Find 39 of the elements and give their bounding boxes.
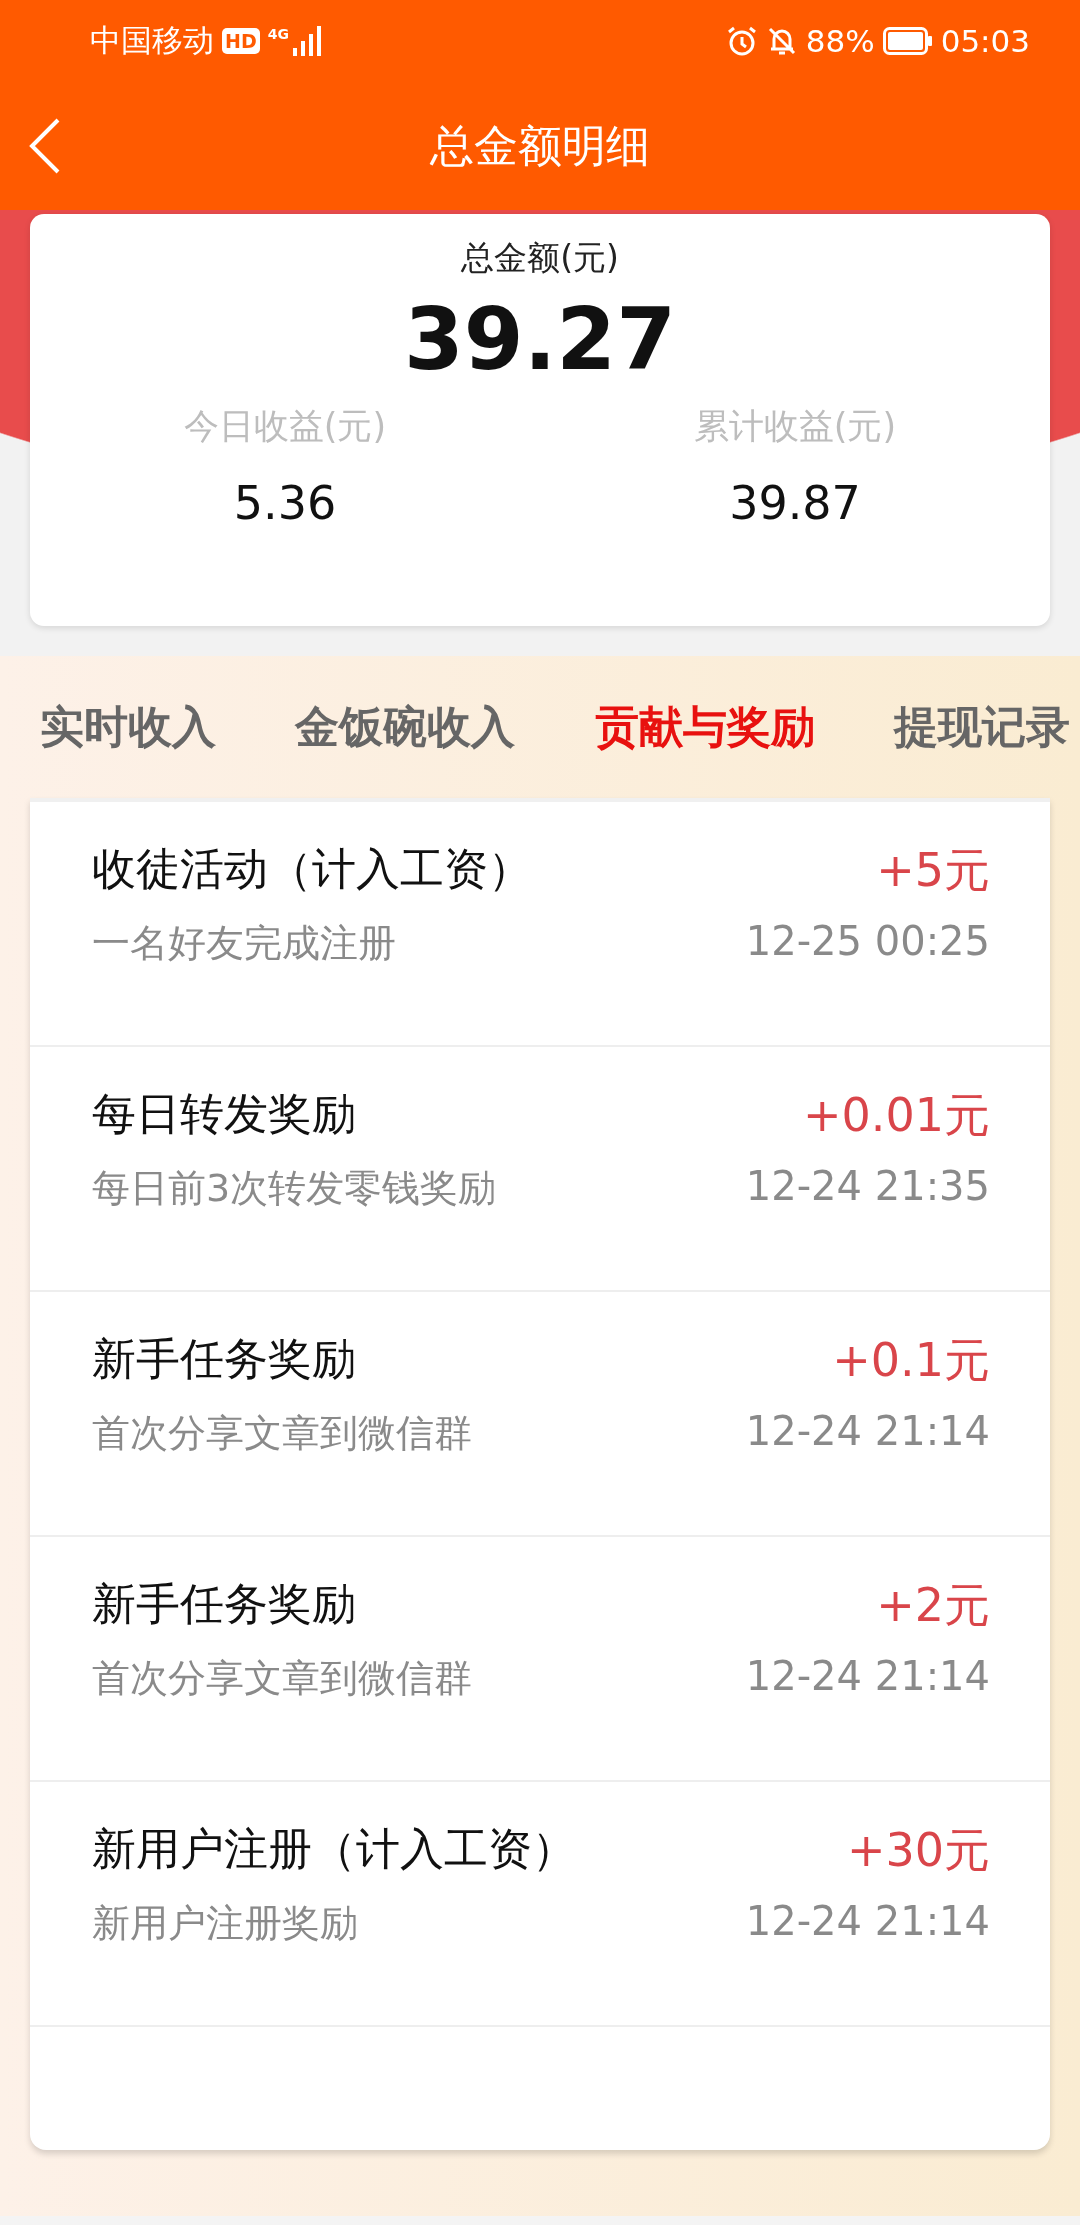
- hd-badge: HD: [222, 28, 260, 54]
- record-title: 收徒活动（计入工资）: [92, 842, 533, 896]
- record-time: 12-25 00:25: [745, 918, 990, 966]
- record-title: 新用户注册（计入工资）: [92, 1822, 577, 1876]
- page-title: 总金额明细: [430, 118, 650, 173]
- record-title: 每日转发奖励: [92, 1087, 357, 1141]
- record-title: 新手任务奖励: [92, 1332, 357, 1386]
- record-amount: +0.1元: [831, 1332, 990, 1389]
- record-title: 新手任务奖励: [92, 1577, 357, 1631]
- total-label: 总金额(元): [461, 237, 619, 279]
- stat-label: 今日收益(元): [183, 405, 387, 448]
- tab[interactable]: 实时收入: [40, 697, 216, 757]
- record-note: 新用户注册奖励: [92, 1900, 359, 1947]
- network-type: 4G: [267, 26, 289, 42]
- alarm-icon: [725, 25, 758, 57]
- battery-icon: [882, 27, 933, 55]
- record-amount: +2元: [875, 1577, 990, 1634]
- total-amount: 39.27: [404, 289, 676, 389]
- record-time: 12-24 21:14: [745, 1408, 990, 1456]
- record-note: 每日前3次转发零钱奖励: [92, 1165, 498, 1212]
- record-time: 12-24 21:35: [745, 1163, 990, 1211]
- record-note: 首次分享文章到微信群: [92, 1655, 473, 1702]
- tab[interactable]: 金饭碗收入: [295, 697, 516, 757]
- record-note: 一名好友完成注册: [92, 920, 397, 967]
- record-note: 首次分享文章到微信群: [92, 1410, 473, 1457]
- record-amount: +5元: [875, 842, 990, 899]
- clock-time: 05:03: [940, 23, 1030, 59]
- signal-icon: [292, 26, 323, 56]
- stat-value: 39.87: [729, 476, 861, 530]
- carrier-name: 中国移动: [90, 21, 214, 60]
- record-amount: +30元: [845, 1822, 990, 1879]
- tab[interactable]: 贡献与奖励: [594, 697, 815, 757]
- stat-label: 累计收益(元): [693, 405, 897, 448]
- record-time: 12-24 21:14: [745, 1898, 990, 1946]
- battery-percent: 88%: [805, 23, 875, 59]
- record-time: 12-24 21:14: [745, 1653, 990, 1701]
- record-amount: +0.01元: [802, 1087, 990, 1144]
- tab[interactable]: 提现记录: [894, 697, 1070, 757]
- stat-value: 5.36: [233, 476, 337, 530]
